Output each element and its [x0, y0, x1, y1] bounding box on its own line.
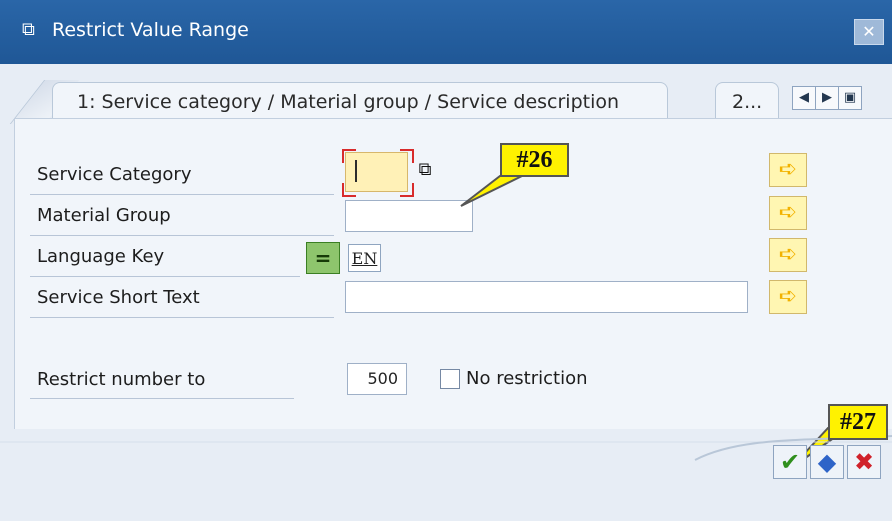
- tab-list-button[interactable]: ▣: [838, 86, 862, 110]
- row-divider: [30, 398, 294, 399]
- tab-label: 1: Service category / Material group / S…: [77, 91, 620, 113]
- material-group-multiple-selection-button[interactable]: ➪: [769, 196, 807, 230]
- text-cursor: [355, 160, 357, 182]
- equals-operator-button[interactable]: =: [306, 242, 340, 274]
- service-short-text-multiple-selection-button[interactable]: ➪: [769, 280, 807, 314]
- confirm-button[interactable]: ✔: [773, 445, 807, 479]
- cancel-button[interactable]: ✖: [847, 445, 881, 479]
- tab-prev-button[interactable]: ◀: [792, 86, 816, 110]
- language-key-label: Language Key: [37, 246, 165, 267]
- service-category-multiple-selection-button[interactable]: ➪: [769, 153, 807, 187]
- restrict-number-input[interactable]: 500: [347, 363, 407, 395]
- row-divider: [30, 235, 334, 236]
- multiple-selection-icon[interactable]: ⧉: [414, 159, 436, 181]
- language-key-multiple-selection-button[interactable]: ➪: [769, 238, 807, 272]
- service-short-text-input[interactable]: [345, 281, 748, 313]
- material-group-label: Material Group: [37, 205, 171, 226]
- tab-label: 2...: [732, 91, 763, 113]
- row-divider: [30, 194, 334, 195]
- callout-27: #27: [828, 404, 888, 440]
- no-restriction-checkbox[interactable]: [440, 369, 460, 389]
- restrict-number-label: Restrict number to: [37, 369, 206, 390]
- service-short-text-label: Service Short Text: [37, 287, 200, 308]
- close-button[interactable]: ✕: [854, 19, 884, 45]
- tab-next-button[interactable]: ▶: [815, 86, 839, 110]
- material-group-input[interactable]: [345, 200, 473, 232]
- service-category-label: Service Category: [37, 164, 192, 185]
- focus-corner-bottom-right: [400, 183, 414, 197]
- focus-corner-top-left: [342, 149, 356, 163]
- no-restriction-label: No restriction: [466, 368, 588, 389]
- dialog-icon: ⧉: [22, 19, 35, 40]
- language-key-field[interactable]: EN: [348, 244, 381, 272]
- focus-corner-bottom-left: [342, 183, 356, 197]
- row-divider: [30, 317, 334, 318]
- row-divider: [30, 276, 300, 277]
- window-title: Restrict Value Range: [52, 19, 249, 41]
- multiple-selection-button[interactable]: ◆: [810, 445, 844, 479]
- focus-corner-top-right: [400, 149, 414, 163]
- callout-26: #26: [500, 143, 569, 177]
